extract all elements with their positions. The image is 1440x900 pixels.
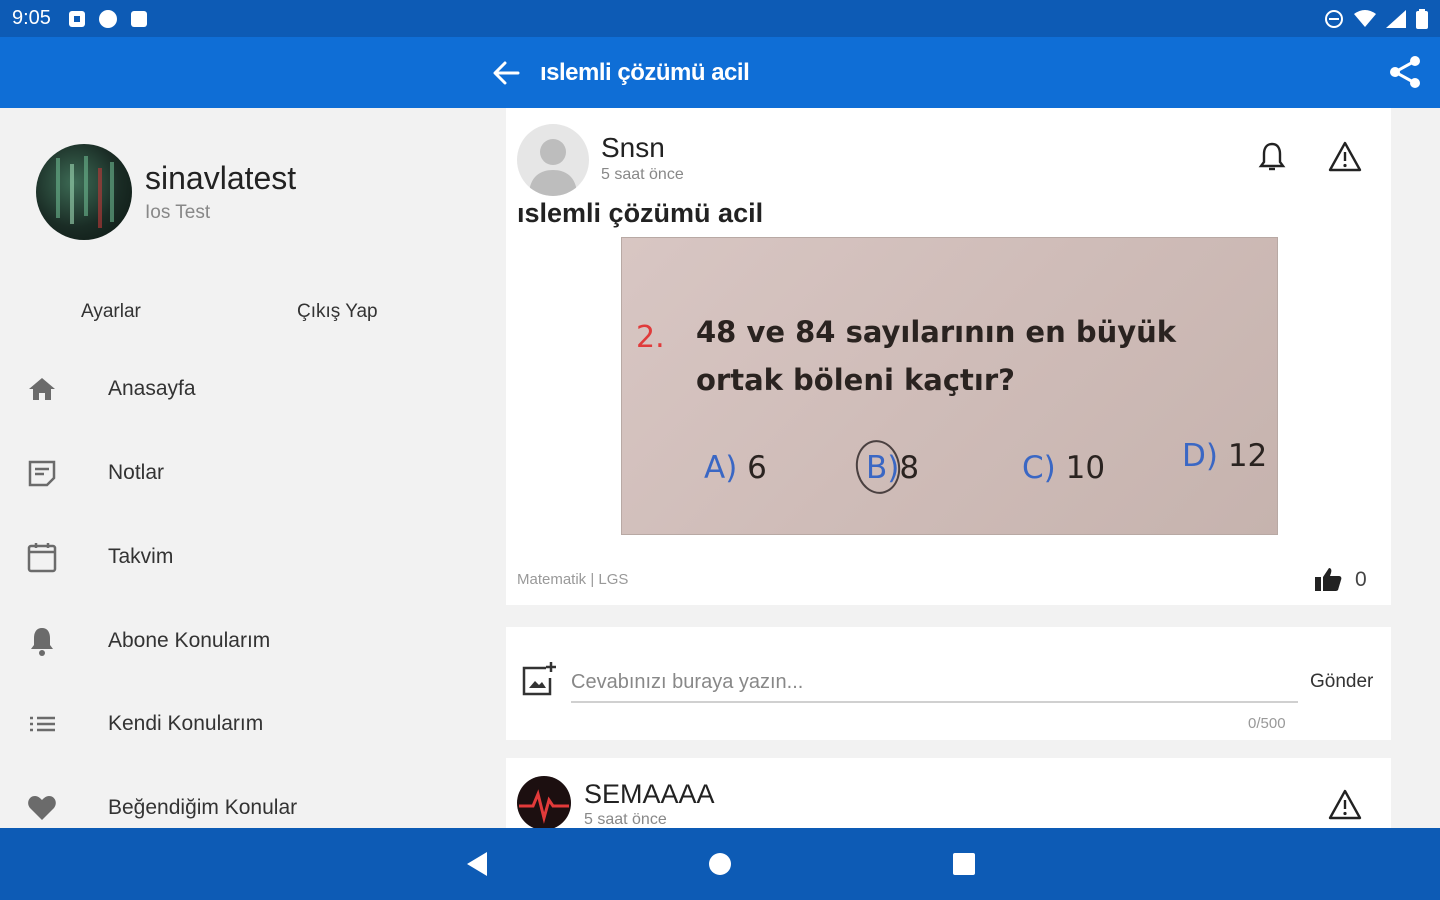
back-triangle-icon[interactable]	[461, 848, 493, 880]
share-icon[interactable]	[1386, 53, 1424, 91]
nav-label: Kendi Konularım	[108, 712, 264, 735]
option-c: C) 10	[1022, 450, 1106, 486]
system-icons	[1324, 8, 1428, 29]
option-d: D) 12	[1182, 438, 1268, 474]
post-card: Snsn 5 saat önce ıslemli çözümü acil 2. …	[506, 108, 1391, 605]
post-tags: Matematik | LGS	[517, 571, 629, 588]
system-navigation-bar	[0, 828, 1440, 900]
heart-icon	[28, 796, 56, 820]
bell-icon	[31, 628, 53, 656]
like-count: 0	[1355, 568, 1367, 591]
question-number: 2.	[636, 320, 665, 355]
calendar-icon	[27, 543, 57, 573]
page-title: ıslemli çözümü acil	[540, 59, 750, 86]
comment-author: SEMAAAA	[584, 779, 715, 809]
user-subtitle: Ios Test	[145, 202, 211, 223]
home-icon	[29, 378, 55, 400]
send-button[interactable]: Gönder	[1310, 671, 1373, 693]
notes-icon	[28, 460, 56, 487]
logout-button[interactable]: Çıkış Yap	[297, 301, 378, 323]
list-icon	[30, 716, 55, 732]
character-counter: 0/500	[1248, 715, 1286, 732]
nav-item-calendar[interactable]: Takvim	[0, 527, 500, 587]
post-avatar[interactable]	[517, 124, 589, 196]
post-time: 5 saat önce	[601, 166, 684, 183]
nav-label: Beğendiğim Konular	[108, 796, 298, 819]
home-circle-icon[interactable]	[704, 848, 736, 880]
do-not-disturb-icon	[1325, 9, 1343, 28]
nav-item-subscribed[interactable]: Abone Konularım	[0, 611, 500, 671]
battery-icon	[1416, 8, 1428, 29]
sd-card-icon	[130, 10, 147, 27]
comment-time: 5 saat önce	[584, 811, 667, 828]
signal-icon	[1386, 9, 1406, 28]
status-time: 9:05	[12, 7, 51, 29]
nav-label: Anasayfa	[108, 377, 196, 400]
nav-label: Takvim	[108, 545, 174, 568]
heartbeat-avatar-icon	[519, 789, 569, 824]
nav-item-notes[interactable]: Notlar	[0, 443, 500, 503]
app-bar: ıslemli çözümü acil	[0, 37, 1440, 108]
comment-card: SEMAAAA 5 saat önce	[506, 758, 1391, 828]
nav-item-my-topics[interactable]: Kendi Konularım	[0, 694, 500, 754]
comment-avatar[interactable]	[517, 776, 571, 828]
option-b: B)8	[866, 450, 920, 486]
add-photo-icon[interactable]	[520, 660, 558, 698]
recents-square-icon[interactable]	[948, 848, 980, 880]
app-notification-icon	[98, 9, 117, 28]
post-title: ıslemli çözümü acil	[517, 198, 764, 228]
report-warning-icon[interactable]	[1328, 788, 1362, 822]
avatar[interactable]	[36, 144, 132, 240]
thumbs-up-icon[interactable]	[1314, 565, 1342, 593]
post-author: Snsn	[601, 132, 665, 163]
report-warning-icon[interactable]	[1328, 140, 1362, 174]
nav-label: Notlar	[108, 461, 165, 484]
reply-input[interactable]	[571, 663, 1298, 703]
nav-item-home[interactable]: Anasayfa	[0, 359, 500, 419]
wifi-icon	[1354, 9, 1376, 27]
reply-box: Gönder 0/500	[506, 627, 1391, 740]
option-a: A) 6	[704, 450, 767, 486]
back-arrow-icon[interactable]	[488, 55, 524, 91]
default-avatar-icon	[529, 139, 577, 196]
notification-icons	[68, 9, 147, 28]
user-name: sinavlatest	[145, 160, 297, 196]
subscribe-bell-icon[interactable]	[1256, 140, 1288, 174]
settings-button[interactable]: Ayarlar	[81, 301, 141, 323]
notification-icon	[68, 10, 85, 27]
post-detail: Snsn 5 saat önce ıslemli çözümü acil 2. …	[500, 108, 1440, 828]
nav-label: Abone Konularım	[108, 629, 271, 652]
question-text: 48 ve 84 sayılarının en büyük ortak böle…	[696, 315, 1177, 397]
status-bar: 9:05	[0, 0, 1440, 37]
question-photo[interactable]: 2. 48 ve 84 sayılarının en büyük ortak b…	[621, 237, 1278, 535]
navigation-drawer: sinavlatest Ios Test Ayarlar Çıkış Yap A…	[0, 108, 500, 828]
